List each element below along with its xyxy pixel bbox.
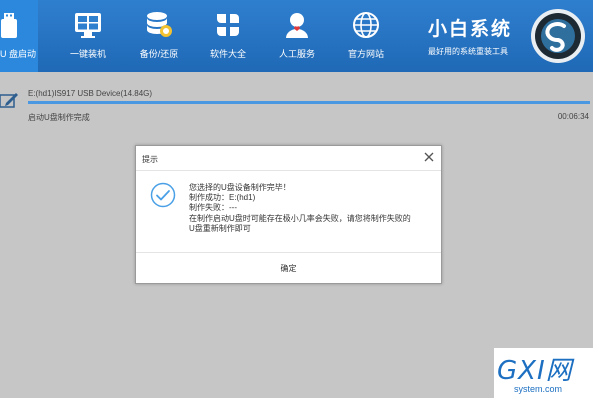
watermark: GXI网 system.com bbox=[494, 348, 593, 398]
monitor-icon bbox=[75, 13, 101, 38]
ok-button[interactable]: 确定 bbox=[136, 263, 441, 274]
dialog-message: 您选择的U盘设备制作完毕！ 制作成功：E:(hd1) 制作失败：--- 在制作启… bbox=[189, 183, 434, 234]
prompt-dialog: 提示 您选择的U盘设备制作完毕！ 制作成功：E:(hd1) 制作失败：--- 在… bbox=[135, 145, 442, 284]
globe-icon bbox=[353, 12, 379, 38]
brand-subtitle: 最好用的系统重装工具 bbox=[428, 47, 508, 56]
nav-item-usb-boot[interactable]: U 盘启动 bbox=[0, 0, 38, 72]
device-name: E:(hd1)IS917 USB Device(14.84G) bbox=[28, 89, 153, 98]
dialog-message-line: U盘重新制作即可 bbox=[189, 223, 251, 233]
nav-label-software: 软件大全 bbox=[209, 49, 246, 59]
nav-label-support: 人工服务 bbox=[278, 49, 315, 59]
top-navigation-bar: U 盘启动 一键装机 备份/还原 软件大全 人工服务 官方网站 小白系统 最好用… bbox=[0, 0, 593, 72]
nav-item-backup-restore[interactable]: 备份/还原 bbox=[131, 0, 187, 72]
dialog-header: 提示 bbox=[136, 146, 441, 171]
nav-item-support[interactable]: 人工服务 bbox=[269, 0, 325, 72]
watermark-site: system.com bbox=[514, 384, 563, 394]
progress-bar bbox=[28, 101, 590, 104]
app-logo-icon bbox=[531, 9, 585, 63]
dialog-message-line: 制作失败：--- bbox=[189, 203, 237, 213]
support-person-icon bbox=[286, 13, 308, 38]
device-row: E:(hd1)IS917 USB Device(14.84G) 启动U盘制作完成… bbox=[0, 84, 593, 134]
nav-item-one-click-install[interactable]: 一键装机 bbox=[60, 0, 116, 72]
nav-label-one-click-install: 一键装机 bbox=[69, 49, 106, 59]
watermark-logo: GXI网 bbox=[497, 356, 573, 386]
progress-fill bbox=[28, 101, 590, 104]
dialog-title: 提示 bbox=[142, 155, 158, 164]
apps-icon bbox=[217, 14, 239, 36]
dialog-message-line: 制作成功：E:(hd1) bbox=[189, 193, 256, 203]
nav-label-usb-boot: U 盘启动 bbox=[0, 49, 36, 59]
dialog-message-line: 您选择的U盘设备制作完毕！ bbox=[189, 183, 291, 192]
dialog-footer: 确定 bbox=[136, 252, 441, 284]
nav-item-software[interactable]: 软件大全 bbox=[200, 0, 256, 72]
success-check-icon bbox=[150, 182, 176, 208]
dialog-message-line: 在制作启动U盘时可能存在极小几率会失败，请您将制作失败的 bbox=[189, 213, 411, 223]
nav-label-backup-restore: 备份/还原 bbox=[139, 49, 179, 59]
nav-label-official-site: 官方网站 bbox=[347, 49, 384, 59]
pen-edit-icon bbox=[0, 93, 18, 108]
database-icon bbox=[147, 12, 172, 37]
elapsed-time: 00:06:34 bbox=[557, 112, 589, 121]
brand-title: 小白系统 bbox=[428, 19, 513, 40]
close-icon[interactable] bbox=[423, 151, 435, 163]
status-text: 启动U盘制作完成 bbox=[28, 113, 90, 122]
nav-item-official-site[interactable]: 官方网站 bbox=[338, 0, 394, 72]
usb-drive-icon bbox=[1, 13, 17, 38]
